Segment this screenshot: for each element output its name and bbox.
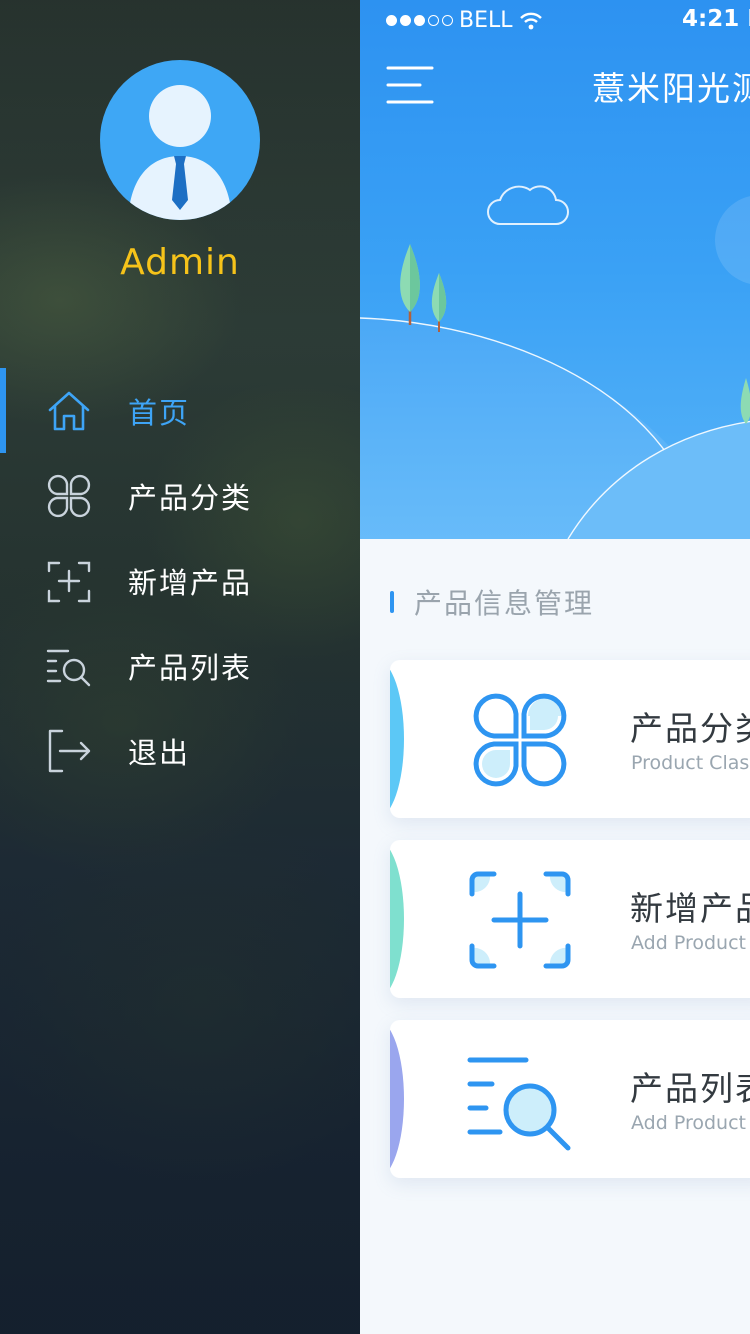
card-title: 产品列表: [630, 1069, 750, 1108]
card-title: 新增产品: [630, 889, 750, 928]
menu-item-label: 首页: [128, 395, 191, 430]
card-accent: [390, 840, 404, 998]
list-search-icon: [464, 1044, 576, 1156]
status-time: 4:21 PM: [682, 6, 750, 32]
list-search-icon: [46, 643, 92, 689]
hero-banner: BELL 4:21 PM 薏米阳光测: [360, 0, 750, 539]
app-title: 薏米阳光测: [592, 69, 750, 108]
section-title: 产品信息管理: [414, 587, 595, 620]
clover-icon: [464, 684, 576, 796]
hamburger-icon: [386, 66, 434, 104]
card-subtitle: Add Product: [631, 1112, 746, 1134]
main-panel: BELL 4:21 PM 薏米阳光测 产品信息管理: [360, 0, 750, 1334]
menu-item-add-product[interactable]: 新增产品: [0, 538, 360, 623]
menu-item-label: 退出: [128, 735, 191, 770]
add-scan-icon: [46, 558, 92, 604]
user-name: Admin: [120, 242, 240, 283]
card-product-list[interactable]: 产品列表 Add Product: [390, 1020, 750, 1178]
card-subtitle: Product Classification: [631, 752, 750, 774]
menu-item-product-category[interactable]: 产品分类: [0, 453, 360, 538]
drawer-menu: 首页 产品分类 新增产品 产品列表 退出: [0, 368, 360, 793]
menu-item-home[interactable]: 首页: [0, 368, 360, 453]
menu-item-label: 新增产品: [128, 565, 253, 600]
carrier-info: BELL: [386, 8, 543, 33]
menu-item-label: 产品分类: [128, 480, 253, 515]
section-header: 产品信息管理: [390, 582, 594, 622]
navigation-drawer: Admin 首页 产品分类 新增产品 产品列表 退出: [0, 0, 360, 1334]
menu-item-product-list[interactable]: 产品列表: [0, 623, 360, 708]
wifi-icon: [519, 12, 542, 29]
card-product-category[interactable]: 产品分类 Product Classification: [390, 660, 750, 818]
menu-item-logout[interactable]: 退出: [0, 708, 360, 793]
card-subtitle: Add Product: [631, 932, 746, 954]
add-scan-icon: [464, 864, 576, 976]
carrier-name: BELL: [459, 8, 513, 33]
user-avatar-icon: [128, 85, 232, 220]
avatar[interactable]: [100, 60, 260, 220]
card-add-product[interactable]: 新增产品 Add Product: [390, 840, 750, 998]
menu-item-label: 产品列表: [128, 650, 253, 685]
logout-icon: [46, 728, 92, 774]
status-bar: BELL 4:21 PM: [360, 0, 750, 40]
menu-toggle-button[interactable]: [386, 64, 434, 106]
card-accent: [390, 660, 404, 818]
home-icon: [46, 388, 92, 434]
signal-strength-icon: [386, 15, 453, 26]
active-indicator: [0, 368, 6, 453]
clover-icon: [46, 473, 92, 519]
section-marker: [390, 591, 394, 613]
card-title: 产品分类: [630, 709, 750, 748]
card-accent: [390, 1020, 404, 1178]
